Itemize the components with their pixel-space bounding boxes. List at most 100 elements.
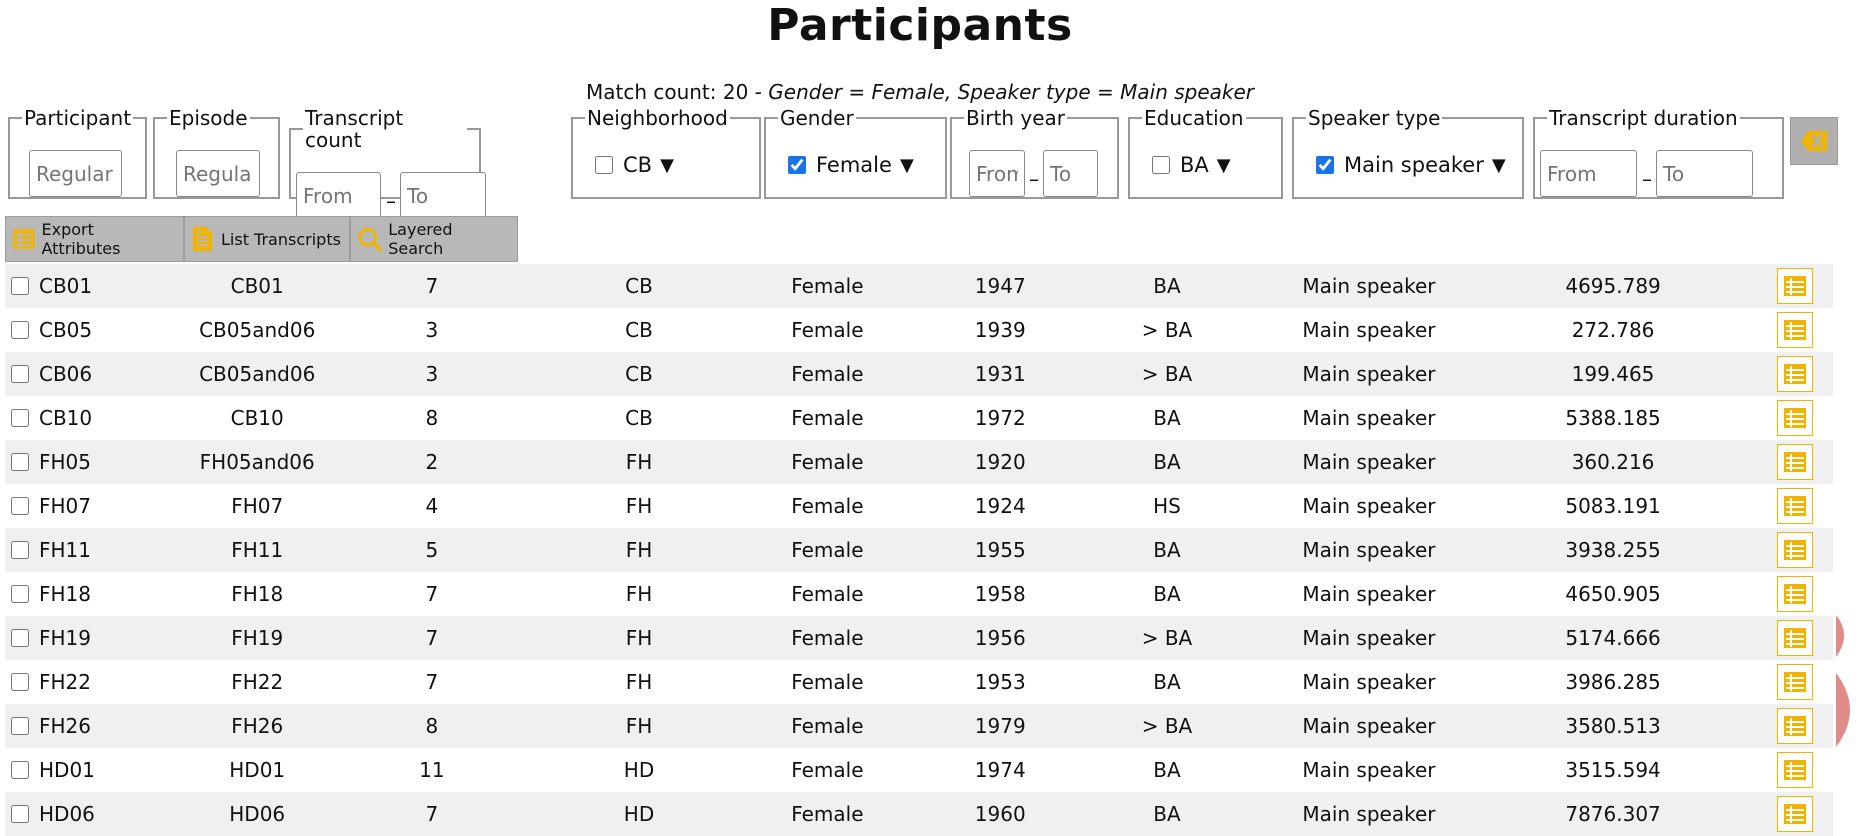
row-select-checkbox[interactable] — [11, 585, 29, 603]
participant-id[interactable]: CB10 — [39, 406, 92, 430]
participant-cell: FH18 — [5, 572, 187, 616]
education-cell: > BA — [1087, 616, 1247, 660]
row-select-checkbox[interactable] — [11, 629, 29, 647]
participant-id[interactable]: FH19 — [39, 626, 91, 650]
education-cell: > BA — [1087, 704, 1247, 748]
attributes-button[interactable] — [1777, 356, 1814, 392]
episode-input[interactable] — [176, 150, 260, 197]
row-select-checkbox[interactable] — [11, 365, 29, 383]
attributes-button[interactable] — [1777, 752, 1814, 788]
layered-search-button[interactable]: Layered Search — [350, 216, 518, 262]
dropdown-arrow-icon[interactable]: ▼ — [660, 155, 674, 176]
attributes-button[interactable] — [1777, 444, 1814, 480]
transcript-count-from-input[interactable] — [296, 172, 381, 219]
table-row: FH07 FH07 4 FH Female 1924 HS Main speaker 5083.… — [5, 484, 1843, 528]
attributes-button[interactable] — [1777, 268, 1814, 304]
neighborhood-cell: FH — [625, 582, 653, 606]
participant-cell: FH26 — [5, 704, 188, 748]
row-select-checkbox[interactable] — [11, 277, 29, 295]
education-checkbox[interactable] — [1152, 156, 1170, 174]
row-action-cell — [1735, 616, 1834, 660]
row-select-checkbox[interactable] — [11, 453, 29, 471]
neighborhood-filter: Neighborhood CB ▼ — [571, 107, 761, 199]
attributes-button[interactable] — [1777, 576, 1814, 612]
attributes-button[interactable] — [1777, 708, 1814, 744]
dropdown-arrow-icon[interactable]: ▼ — [1492, 155, 1506, 176]
attributes-button[interactable] — [1777, 620, 1814, 656]
participant-id[interactable]: FH26 — [39, 714, 91, 738]
transcript-duration-from-input[interactable] — [1540, 150, 1637, 197]
speaker-type-checkbox[interactable] — [1316, 156, 1334, 174]
attributes-button[interactable] — [1777, 312, 1814, 348]
table-icon — [1784, 364, 1807, 384]
participant-id[interactable]: CB05 — [39, 318, 92, 342]
count-cell: 5 — [327, 528, 537, 572]
birth-year-cell: 1947 — [913, 264, 1088, 308]
neighborhood-cell: CB — [625, 318, 653, 342]
row-spacer — [1833, 748, 1843, 792]
row-select-checkbox[interactable] — [11, 409, 29, 427]
speaker-type-cell: Main speaker — [1246, 704, 1492, 748]
row-select-checkbox[interactable] — [11, 717, 29, 735]
match-criteria: Gender = Female, Speaker type = Main spe… — [768, 80, 1255, 104]
attributes-button[interactable] — [1777, 400, 1814, 436]
attributes-button[interactable] — [1777, 796, 1814, 832]
gender-dropdown[interactable]: Female ▼ — [788, 153, 914, 177]
attributes-button[interactable] — [1777, 488, 1814, 524]
participant-filter: Participant — [8, 107, 148, 199]
row-select-checkbox[interactable] — [11, 541, 29, 559]
birth-year-from-input[interactable] — [969, 150, 1025, 197]
gender-checkbox[interactable] — [788, 156, 806, 174]
participant-id[interactable]: FH22 — [39, 670, 91, 694]
dropdown-arrow-icon[interactable]: ▼ — [1217, 155, 1231, 176]
neighborhood-dropdown[interactable]: CB ▼ — [595, 153, 674, 177]
row-select-checkbox[interactable] — [11, 805, 29, 823]
participant-id[interactable]: HD06 — [39, 802, 95, 826]
attributes-button[interactable] — [1777, 532, 1814, 568]
speaker-type-cell: Main speaker — [1246, 440, 1492, 484]
table-icon — [1784, 276, 1807, 296]
participant-id[interactable]: FH07 — [39, 494, 91, 518]
table-icon — [1784, 760, 1807, 780]
row-action-cell — [1735, 440, 1834, 484]
speaker-type-value: Main speaker — [1344, 153, 1484, 177]
participant-id[interactable]: CB06 — [39, 362, 92, 386]
gender-cell: Female — [791, 406, 864, 430]
education-dropdown[interactable]: BA ▼ — [1152, 153, 1231, 177]
row-spacer — [1833, 484, 1843, 528]
dropdown-arrow-icon[interactable]: ▼ — [900, 155, 914, 176]
birth-year-to-input[interactable] — [1043, 150, 1098, 197]
participant-id[interactable]: FH11 — [39, 538, 91, 562]
neighborhood-checkbox[interactable] — [595, 156, 613, 174]
row-action-cell — [1735, 308, 1833, 352]
participant-id[interactable]: FH05 — [39, 450, 91, 474]
row-spacer — [1833, 440, 1843, 484]
table-icon — [1784, 716, 1807, 736]
page-title: Participants — [767, 0, 1073, 51]
row-select-checkbox[interactable] — [11, 673, 29, 691]
list-transcripts-button[interactable]: List Transcripts — [184, 216, 350, 262]
export-attributes-button[interactable]: Export Attributes — [5, 216, 184, 262]
clear-filters-button[interactable] — [1790, 117, 1838, 165]
speaker-type-cell: Main speaker — [1302, 406, 1436, 430]
birth-year-filter: Birth year – — [950, 107, 1119, 199]
neighborhood-cell: CB — [536, 352, 742, 396]
education-cell: BA — [1153, 758, 1181, 782]
attributes-button[interactable] — [1777, 664, 1814, 700]
table-row: HD06 HD06 7 HD Female 1960 BA Main speaker 7876.… — [5, 792, 1843, 836]
episode-cell: FH22 — [231, 670, 284, 694]
row-select-checkbox[interactable] — [11, 497, 29, 515]
row-select-checkbox[interactable] — [11, 321, 29, 339]
participant-id[interactable]: HD01 — [39, 758, 95, 782]
transcript-duration-to-input[interactable] — [1656, 150, 1753, 197]
participant-id[interactable]: FH18 — [39, 582, 91, 606]
birth-year-cell: 1958 — [974, 582, 1026, 606]
speaker-type-dropdown[interactable]: Main speaker ▼ — [1316, 153, 1506, 177]
document-list-icon — [193, 227, 212, 251]
participant-input[interactable] — [29, 150, 122, 197]
range-separator: – — [1029, 167, 1039, 191]
transcript-count-to-input[interactable] — [400, 172, 486, 219]
row-select-checkbox[interactable] — [11, 761, 29, 779]
participant-id[interactable]: CB01 — [39, 274, 92, 298]
neighborhood-cell: CB — [536, 264, 742, 308]
